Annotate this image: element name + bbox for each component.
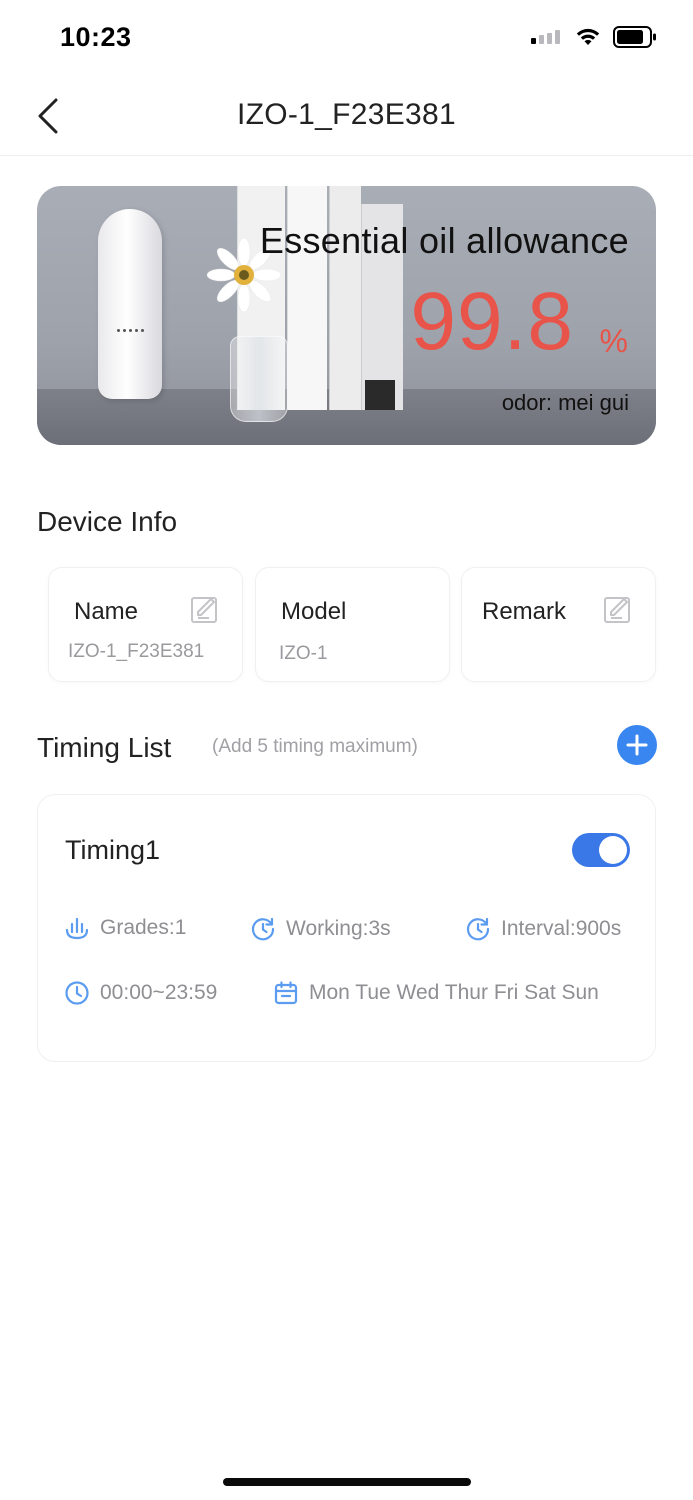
toggle-knob (599, 836, 627, 864)
name-label: Name (74, 598, 139, 625)
name-value: IZO-1_F23E381 (68, 641, 205, 662)
wifi-icon (576, 28, 600, 45)
edit-icon[interactable] (603, 595, 633, 625)
add-timing-button[interactable] (617, 725, 657, 765)
home-indicator[interactable] (223, 1478, 471, 1486)
grades-value: Grades:1 (100, 916, 187, 939)
remark-label: Remark (482, 598, 567, 625)
timing-limit-hint: (Add 5 timing maximum) (212, 736, 418, 757)
device-info-heading: Device Info (37, 506, 178, 537)
time-range-value: 00:00~23:59 (100, 981, 218, 1004)
model-label: Model (281, 598, 347, 625)
status-icons (531, 26, 657, 48)
working-value: Working:3s (286, 917, 391, 940)
timing-list-heading: Timing List (37, 732, 172, 763)
oil-allowance-value: 99.8 (410, 276, 574, 367)
grades-icon (65, 917, 89, 940)
battery-icon (613, 26, 656, 48)
nav-bar: IZO-1_F23E381 (0, 76, 693, 156)
page-title: IZO-1_F23E381 (236, 98, 456, 131)
remark-card[interactable]: Remark (461, 567, 656, 682)
edit-icon[interactable] (190, 595, 220, 625)
clock-icon (65, 981, 89, 1005)
oil-allowance-banner: Essential oil allowance 99.8 % odor: mei… (37, 186, 656, 445)
banner-title: Essential oil allowance (259, 220, 629, 261)
diffuser-image (98, 209, 162, 399)
days-attribute: Mon Tue Wed Thur Fri Sat Sun (273, 980, 599, 1006)
timing-name: Timing1 (65, 835, 161, 865)
interval-attribute: Interval:900s (465, 916, 621, 942)
working-attribute: Working:3s (250, 916, 391, 942)
device-detail-screen: 10:23 IZO-1_F23E381 Essential oil allowa… (0, 0, 693, 1500)
model-value: IZO-1 (279, 643, 328, 664)
cycle-timer-icon (466, 917, 490, 941)
oil-allowance-unit: % (599, 323, 628, 359)
time-range-attribute: 00:00~23:59 (64, 980, 217, 1006)
calendar-icon (274, 981, 298, 1005)
odor-label: odor: mei gui (501, 390, 629, 415)
timing-item[interactable]: Timing1 Grades:1 Working:3s Interval:900… (37, 794, 656, 1062)
status-time: 10:23 (60, 22, 132, 52)
model-card: Model IZO-1 (255, 567, 450, 682)
diffuser-indicator-lights (115, 320, 145, 332)
name-card[interactable]: Name IZO-1_F23E381 (48, 567, 243, 682)
grades-attribute: Grades:1 (64, 916, 186, 940)
interval-value: Interval:900s (501, 917, 622, 940)
cycle-timer-icon (251, 917, 275, 941)
timing-enable-toggle[interactable] (572, 833, 630, 867)
banner-book-image (365, 380, 395, 410)
status-bar: 10:23 (0, 0, 693, 76)
plus-icon (626, 734, 648, 756)
cellular-signal-icon (531, 30, 560, 44)
vase-image (230, 336, 288, 422)
days-value: Mon Tue Wed Thur Fri Sat Sun (309, 981, 599, 1004)
